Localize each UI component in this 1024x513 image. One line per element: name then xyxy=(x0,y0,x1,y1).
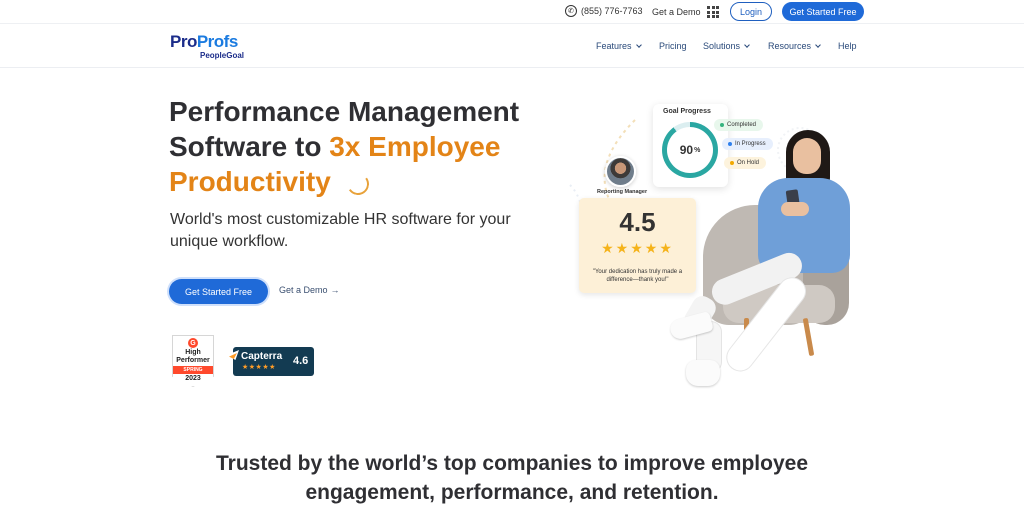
status-pill-on-hold: On Hold xyxy=(724,157,767,169)
logo-wordmark: ProProfs xyxy=(170,32,238,51)
utility-bar: ✆ (855) 776-7763 Get a Demo Login Get St… xyxy=(0,0,1024,24)
arrow-right-icon: → xyxy=(330,285,340,295)
status-pill-completed: Completed xyxy=(714,119,764,131)
rating-stars: ★★★★★ xyxy=(601,240,674,256)
g2-high-performer-badge: G High Performer SPRING 2023 xyxy=(172,335,214,387)
hero-title: Performance Management Software to 3x Em… xyxy=(169,96,520,197)
grid-apps-icon[interactable] xyxy=(707,6,719,18)
rating-score: 4.5 xyxy=(619,207,656,237)
capterra-badge: Capterra ★★★★★ 4.6 xyxy=(227,347,314,376)
logo-product-name: PeopleGoal xyxy=(200,51,245,60)
capterra-stars: ★★★★★ xyxy=(242,364,276,371)
phone-icon: ✆ xyxy=(565,5,577,17)
phone-link[interactable]: ✆ (855) 776-7763 xyxy=(565,5,643,17)
status-dot-icon xyxy=(720,123,724,127)
nav-item-solutions[interactable]: Solutions xyxy=(703,41,750,51)
g2-season: SPRING xyxy=(173,366,213,374)
nav-item-resources[interactable]: Resources xyxy=(768,41,821,51)
top-get-started-button[interactable]: Get Started Free xyxy=(782,2,864,21)
status-pill-in-progress: In Progress xyxy=(722,138,773,150)
hero-subtitle: World's most customizable HR software fo… xyxy=(170,211,511,250)
trusted-heading: Trusted by the world’s top companies to … xyxy=(215,452,808,504)
g2-logo: G xyxy=(188,338,198,348)
capterra-score: 4.6 xyxy=(293,355,309,367)
rating-card: 4.5 ★★★★★ "Your dedication has truly mad… xyxy=(579,198,696,293)
sneaker-icon xyxy=(686,360,720,386)
nav-item-pricing[interactable]: Pricing xyxy=(659,41,687,51)
progress-percent: 90 xyxy=(679,143,694,157)
status-dot-icon xyxy=(730,161,734,165)
status-dot-icon xyxy=(728,142,732,146)
hero-get-started-button[interactable]: Get Started Free xyxy=(169,279,268,304)
proprofs-logo[interactable]: ProProfs PeopleGoal xyxy=(170,33,244,60)
chevron-down-icon xyxy=(635,42,642,48)
get-demo-link[interactable]: Get a Demo xyxy=(652,7,701,17)
goal-progress-title: Goal Progress xyxy=(663,108,711,115)
chevron-down-icon xyxy=(815,42,821,48)
nav-item-help[interactable]: Help xyxy=(838,41,857,51)
manager-label: Reporting Manager xyxy=(597,189,648,195)
manager-avatar xyxy=(605,156,636,187)
nav-item-features[interactable]: Features xyxy=(596,41,642,51)
rating-quote: "Your dedication has truly made a differ… xyxy=(592,269,683,283)
capterra-name: Capterra xyxy=(241,351,283,362)
chevron-down-icon xyxy=(744,42,750,48)
loading-arc-icon xyxy=(345,170,371,197)
phone-number[interactable]: (855) 776-7763 xyxy=(581,6,643,16)
login-button[interactable]: Login xyxy=(730,2,772,21)
progress-ring: 90% xyxy=(662,122,718,178)
g2-year: 2023 xyxy=(185,375,201,382)
hero-get-demo-link[interactable]: Get a Demo → xyxy=(279,285,340,295)
main-nav: ProProfs PeopleGoal Features Pricing Sol… xyxy=(0,25,1024,68)
goal-progress-card: Goal Progress 90% xyxy=(653,104,728,187)
